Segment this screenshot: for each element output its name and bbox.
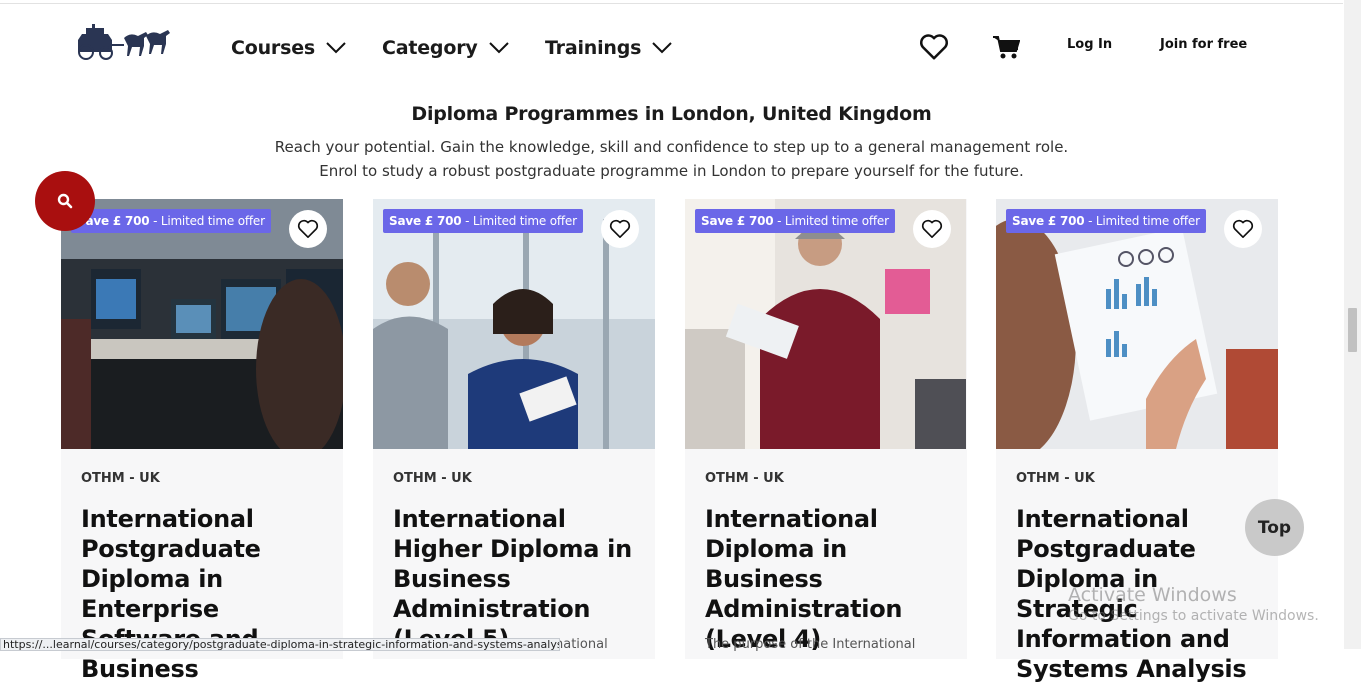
badge-amount: Save £ 700 xyxy=(701,214,774,228)
course-provider: OTHM - UK xyxy=(705,471,784,486)
favorite-button[interactable] xyxy=(601,210,639,248)
top-divider xyxy=(0,3,1343,4)
nav-courses-label: Courses xyxy=(231,37,315,59)
login-link[interactable]: Log In xyxy=(1067,37,1112,52)
scrollbar-thumb[interactable] xyxy=(1348,308,1357,352)
nav-trainings[interactable]: Trainings xyxy=(545,37,673,59)
favorite-button[interactable] xyxy=(1224,210,1262,248)
badge-amount: Save £ 700 xyxy=(1012,214,1085,228)
badge-suffix: - Limited time offer xyxy=(1084,214,1200,228)
favorite-button[interactable] xyxy=(289,210,327,248)
discount-badge: Save £ 700 - Limited time offer xyxy=(383,209,583,233)
course-description: national xyxy=(555,637,608,652)
back-to-top-button[interactable]: Top xyxy=(1245,499,1304,556)
course-card[interactable]: Save £ 700 - Limited time offer OTHM - U… xyxy=(996,199,1278,683)
course-card[interactable]: Save £ 700 - Limited time offer OTHM - U… xyxy=(61,199,343,683)
course-provider: OTHM - UK xyxy=(81,471,160,486)
badge-suffix: - Limited time offer xyxy=(461,214,577,228)
search-icon xyxy=(57,193,73,209)
favorite-button[interactable] xyxy=(913,210,951,248)
chevron-down-icon xyxy=(326,42,346,54)
course-description: The purpose of the International xyxy=(705,637,916,652)
heart-icon xyxy=(297,219,319,238)
page-title: Diploma Programmes in London, United Kin… xyxy=(411,103,932,125)
carriage-logo[interactable] xyxy=(74,20,180,62)
course-provider: OTHM - UK xyxy=(393,471,472,486)
search-button[interactable] xyxy=(35,171,95,231)
chevron-down-icon xyxy=(488,42,509,54)
heart-icon xyxy=(609,219,631,238)
discount-badge: Save £ 700 - Limited time offer xyxy=(695,209,895,233)
heart-icon xyxy=(921,219,943,238)
nav-courses[interactable]: Courses xyxy=(231,37,347,59)
course-provider: OTHM - UK xyxy=(1016,471,1095,486)
course-title[interactable]: International Postgraduate Diploma in St… xyxy=(1016,504,1266,684)
badge-suffix: - Limited time offer xyxy=(149,214,265,228)
course-title[interactable]: International Higher Diploma in Business… xyxy=(393,504,643,654)
wishlist-heart-icon[interactable] xyxy=(919,33,949,65)
course-title[interactable]: International Diploma in Business Admini… xyxy=(705,504,955,654)
page-scrollbar[interactable] xyxy=(1344,0,1361,649)
nav-category[interactable]: Category xyxy=(382,37,510,59)
course-card[interactable]: Save £ 700 - Limited time offer OTHM - U… xyxy=(685,199,967,659)
hero-description-line-1: Reach your potential. Gain the knowledge… xyxy=(274,138,1069,156)
course-title[interactable]: International Postgraduate Diploma in En… xyxy=(81,504,331,684)
course-card[interactable]: Save £ 700 - Limited time offer OTHM - U… xyxy=(373,199,655,659)
browser-status-url: https://...learnal/courses/category/post… xyxy=(0,638,560,651)
badge-suffix: - Limited time offer xyxy=(773,214,889,228)
cart-icon[interactable] xyxy=(992,35,1021,64)
discount-badge: Save £ 700 - Limited time offer xyxy=(1006,209,1206,233)
nav-trainings-label: Trainings xyxy=(545,37,642,59)
nav-category-label: Category xyxy=(382,37,478,59)
join-link[interactable]: Join for free xyxy=(1160,37,1247,52)
chevron-down-icon xyxy=(652,42,672,54)
heart-icon xyxy=(1232,219,1254,238)
hero-description-line-2: Enrol to study a robust postgraduate pro… xyxy=(319,162,1024,180)
badge-amount: Save £ 700 xyxy=(389,214,462,228)
discount-badge: Save £ 700 - Limited time offer xyxy=(71,209,271,233)
